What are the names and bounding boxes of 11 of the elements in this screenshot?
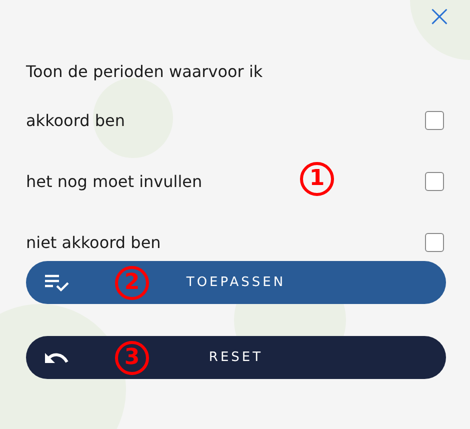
checkbox[interactable] bbox=[425, 111, 444, 130]
option-label: akkoord ben bbox=[26, 111, 126, 130]
callout-number: 2 bbox=[115, 266, 149, 300]
option-label: het nog moet invullen bbox=[26, 172, 202, 191]
list-check-icon bbox=[44, 274, 70, 292]
checkbox[interactable] bbox=[425, 172, 444, 191]
callout-number: 3 bbox=[115, 341, 149, 375]
callout-number: 1 bbox=[300, 162, 334, 196]
checkbox[interactable] bbox=[425, 233, 444, 252]
heading: Toon de perioden waarvoor ik bbox=[26, 61, 264, 83]
option-label: niet akkoord ben bbox=[26, 233, 161, 252]
